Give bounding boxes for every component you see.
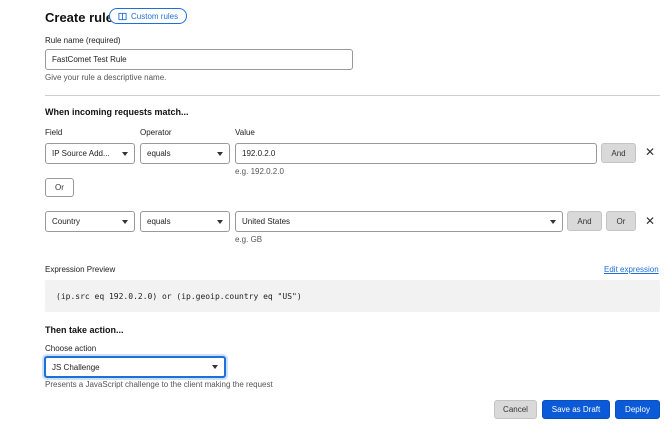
value-example-2: e.g. GB (235, 235, 263, 244)
value-input-1[interactable]: 192.0.2.0 (235, 143, 597, 164)
field-select-2-value: Country (52, 217, 81, 226)
chevron-down-icon (122, 219, 128, 224)
rule-name-input[interactable]: FastComet Test Rule (45, 49, 353, 70)
operator-select-1[interactable]: equals (140, 143, 230, 164)
field-select-1-value: IP Source Add... (52, 149, 110, 158)
field-select-1[interactable]: IP Source Add... (45, 143, 135, 164)
expression-preview-label: Expression Preview (45, 265, 116, 274)
custom-rules-button[interactable]: Custom rules (109, 8, 188, 24)
expression-text: (ip.src eq 192.0.2.0) or (ip.geoip.count… (56, 291, 302, 301)
chevron-down-icon (122, 151, 128, 156)
close-icon[interactable]: ✕ (645, 146, 655, 158)
value-select-2-value: United States (242, 217, 291, 226)
action-select-value: JS Challenge (52, 362, 100, 372)
edit-expression-link[interactable]: Edit expression (604, 265, 659, 274)
value-input-1-value: 192.0.2.0 (242, 149, 276, 158)
action-heading: Then take action... (45, 325, 124, 335)
choose-action-label: Choose action (45, 344, 97, 353)
action-description: Presents a JavaScript challenge to the c… (45, 380, 273, 389)
or-button-2[interactable]: Or (606, 211, 636, 231)
rule-name-label: Rule name (required) (45, 36, 121, 45)
chevron-down-icon (217, 151, 223, 156)
book-icon (118, 12, 127, 20)
operator-column-label: Operator (140, 128, 172, 137)
value-column-label: Value (235, 128, 255, 137)
operator-select-1-value: equals (147, 149, 171, 158)
expression-preview: (ip.src eq 192.0.2.0) or (ip.geoip.count… (45, 280, 660, 312)
chevron-down-icon (212, 365, 218, 369)
close-icon[interactable]: ✕ (645, 215, 655, 227)
or-button[interactable]: Or (45, 178, 74, 197)
chevron-down-icon (217, 219, 223, 224)
value-select-2[interactable]: United States (235, 211, 563, 232)
operator-select-2[interactable]: equals (140, 211, 230, 232)
value-example-1: e.g. 192.0.2.0 (235, 167, 284, 176)
match-heading: When incoming requests match... (45, 107, 189, 117)
chevron-down-icon (550, 219, 556, 224)
field-select-2[interactable]: Country (45, 211, 135, 232)
save-draft-button[interactable]: Save as Draft (542, 400, 610, 419)
page-title: Create rule (45, 10, 113, 25)
custom-rules-label: Custom rules (131, 11, 179, 21)
operator-select-2-value: equals (147, 217, 171, 226)
action-select[interactable]: JS Challenge (44, 356, 226, 378)
rule-name-hint: Give your rule a descriptive name. (45, 73, 167, 82)
and-button-2[interactable]: And (567, 211, 602, 231)
deploy-button[interactable]: Deploy (615, 400, 660, 419)
cancel-button[interactable]: Cancel (494, 400, 537, 419)
and-button-1[interactable]: And (601, 143, 636, 163)
divider (45, 95, 660, 96)
field-column-label: Field (45, 128, 63, 137)
rule-name-value: FastComet Test Rule (52, 55, 127, 64)
